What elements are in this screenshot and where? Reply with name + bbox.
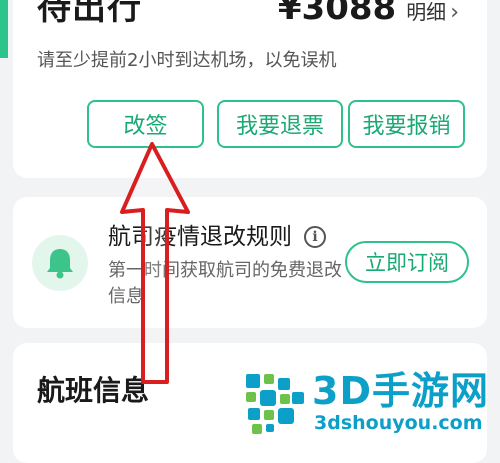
bell-icon <box>32 235 88 291</box>
refund-ticket-button[interactable]: 我要退票 <box>217 100 343 148</box>
airline-policy-card: 航司疫情退改规则 i 第一时间获取航司的免费退改信息 立即订阅 <box>13 197 487 328</box>
change-ticket-button[interactable]: 改签 <box>87 100 204 148</box>
watermark-name: 3D手游网 <box>312 369 489 413</box>
watermark-url: 3dshouyou.com <box>314 412 483 434</box>
reimburse-button[interactable]: 我要报销 <box>348 100 465 148</box>
left-accent-bar <box>0 0 8 58</box>
detail-label: 明细 <box>406 0 447 24</box>
subscribe-button[interactable]: 立即订阅 <box>345 241 469 283</box>
order-price: ¥3088 <box>277 0 397 28</box>
site-watermark: 3D手游网 3dshouyou.com <box>242 370 500 438</box>
chevron-right-icon: › <box>450 0 459 25</box>
policy-title-row: 航司疫情退改规则 i <box>108 221 326 253</box>
policy-title: 航司疫情退改规则 <box>108 224 292 250</box>
trip-status-card: 待出行 ¥3088 明细 › 请至少提前2小时到达机场，以免误机 改签 我要退票… <box>13 0 487 178</box>
watermark-logo-icon <box>246 374 304 434</box>
arrival-hint: 请至少提前2小时到达机场，以免误机 <box>37 50 337 71</box>
flight-info-title: 航班信息 <box>37 374 150 407</box>
trip-status-title: 待出行 <box>37 0 142 28</box>
policy-description: 第一时间获取航司的免费退改信息 <box>108 260 342 307</box>
price-detail-link[interactable]: ¥3088 明细 › <box>278 0 459 33</box>
info-icon[interactable]: i <box>304 226 326 248</box>
